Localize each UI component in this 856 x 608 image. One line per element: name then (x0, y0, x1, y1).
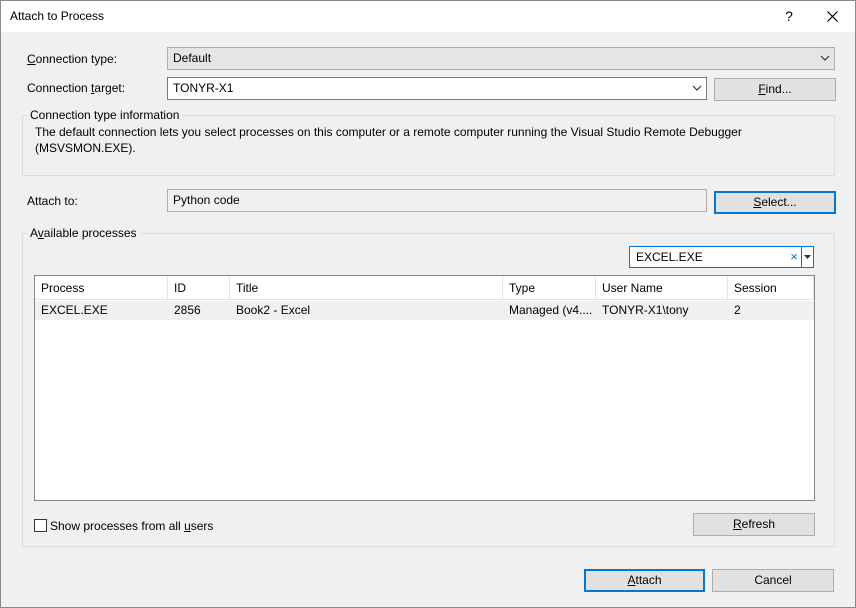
caret-down-icon (804, 255, 811, 259)
cell-process: EXCEL.EXE (41, 303, 108, 317)
show-all-users-label[interactable]: Show processes from all users (50, 519, 213, 533)
close-icon (827, 11, 838, 22)
column-header-session[interactable]: Session (728, 276, 814, 300)
window-title: Attach to Process (10, 9, 105, 23)
select-button[interactable]: Select... (714, 191, 836, 214)
chevron-down-icon (820, 55, 830, 61)
column-header-type[interactable]: Type (503, 276, 596, 300)
attach-button[interactable]: Attach (584, 569, 705, 592)
connection-type-value: Default (173, 51, 212, 65)
connection-type-label: Connection type: (27, 52, 118, 66)
connection-info-title: Connection type information (27, 108, 183, 122)
filter-dropdown-button[interactable] (801, 247, 813, 267)
connection-target-input[interactable]: TONYR-X1 (167, 77, 707, 100)
process-list-header: Process ID Title Type User Name Session (35, 276, 814, 300)
refresh-button[interactable]: Refresh (693, 513, 815, 536)
show-all-users-checkbox[interactable] (34, 519, 47, 532)
title-bar: Attach to Process ? (1, 1, 855, 32)
cell-type: Managed (v4.... (509, 303, 593, 317)
connection-info-text-line1: The default connection lets you select p… (35, 125, 742, 139)
connection-info-text-line2: (MSVSMON.EXE). (35, 141, 136, 155)
attach-to-process-dialog: Attach to Process ? Connection type: Def… (0, 0, 856, 608)
column-header-user-name[interactable]: User Name (596, 276, 728, 300)
column-header-title[interactable]: Title (230, 276, 503, 300)
process-list[interactable]: Process ID Title Type User Name Session … (34, 275, 815, 501)
process-filter-input[interactable]: EXCEL.EXE × (629, 246, 814, 268)
close-button[interactable] (818, 1, 848, 32)
table-row[interactable]: EXCEL.EXE 2856 Book2 - Excel Managed (v4… (35, 301, 814, 320)
attach-to-value: Python code (167, 189, 707, 212)
cell-session: 2 (734, 303, 741, 317)
clear-filter-icon[interactable]: × (787, 247, 801, 267)
available-processes-title: Available processes (27, 226, 140, 240)
cell-title: Book2 - Excel (236, 303, 311, 317)
connection-type-dropdown[interactable]: Default (167, 47, 835, 70)
cancel-button[interactable]: Cancel (712, 569, 834, 592)
help-button[interactable]: ? (774, 1, 804, 32)
process-filter-value: EXCEL.EXE (636, 250, 703, 264)
connection-target-value: TONYR-X1 (173, 81, 234, 95)
connection-target-label: Connection target: (27, 81, 126, 95)
find-button[interactable]: Find... (714, 78, 836, 101)
cell-user-name: TONYR-X1\tony (602, 303, 689, 317)
column-header-process[interactable]: Process (35, 276, 168, 300)
chevron-down-icon[interactable] (692, 78, 702, 99)
cell-id: 2856 (174, 303, 201, 317)
attach-to-label: Attach to: (27, 194, 78, 208)
column-header-id[interactable]: ID (168, 276, 230, 300)
